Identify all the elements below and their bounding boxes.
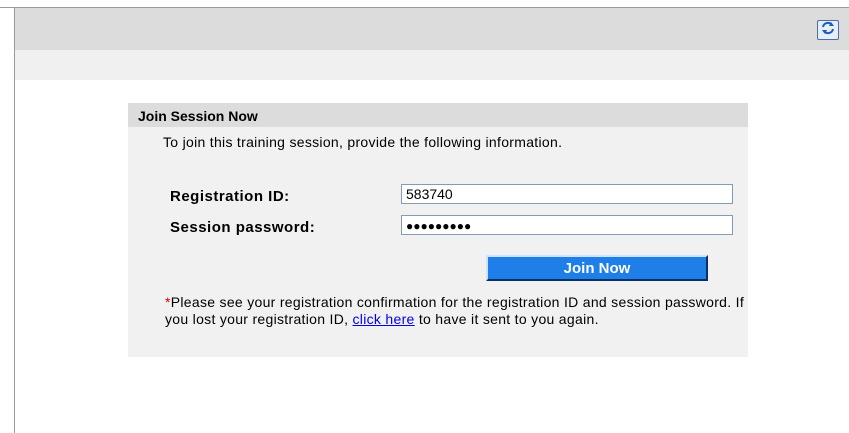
intro-text: To join this training session, provide t…	[163, 134, 563, 150]
subbar	[15, 50, 849, 80]
panel-header: Join Session Now	[128, 103, 748, 127]
note-text-after: to have it sent to you again.	[414, 311, 599, 327]
refresh-button[interactable]	[817, 20, 839, 40]
top-border	[0, 0, 849, 8]
registration-id-input[interactable]: 583740	[401, 184, 733, 204]
panel-title: Join Session Now	[138, 108, 258, 124]
password-mask: ●●●●●●●●●	[406, 219, 472, 233]
toolbar	[15, 8, 849, 50]
click-here-link[interactable]: click here	[353, 311, 415, 327]
registration-id-label: Registration ID:	[170, 188, 290, 205]
session-password-input[interactable]: ●●●●●●●●●	[401, 215, 733, 235]
registration-note: *Please see your registration confirmati…	[165, 294, 745, 328]
refresh-icon	[820, 21, 836, 40]
join-now-button[interactable]: Join Now	[486, 255, 708, 281]
session-password-label: Session password:	[170, 219, 316, 236]
